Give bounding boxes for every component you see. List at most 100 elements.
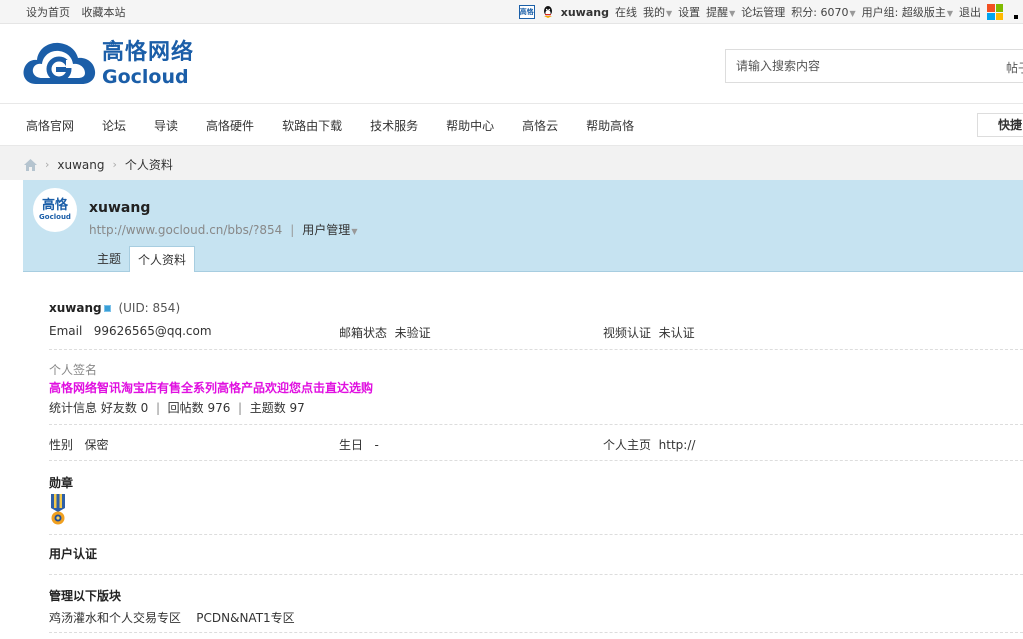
basic-info-row: 性别 保密 生日 - 个人主页 http:// xyxy=(49,436,949,453)
points-menu[interactable]: 积分: 6070▼ xyxy=(791,4,855,20)
profile-uid: (UID: 854) xyxy=(118,301,181,315)
user-cert-heading: 用户认证 xyxy=(49,547,98,561)
managed-forums-list[interactable]: 鸡汤灌水和个人交易专区 PCDN&NAT1专区 xyxy=(49,609,295,626)
profile-name: xuwang xyxy=(89,200,151,216)
divider xyxy=(49,349,1023,350)
birthday-value: - xyxy=(374,438,379,452)
email-value: 99626565@qq.com xyxy=(93,324,212,338)
divider: | xyxy=(290,222,295,237)
signature-label: 个人签名 xyxy=(49,363,98,377)
user-group-label: 用户组: 超级版主 xyxy=(861,6,946,19)
remind-menu[interactable]: 提醒▼ xyxy=(706,4,735,20)
stats-row: 统计信息 好友数 0 | 回帖数 976 | 主题数 97 xyxy=(49,399,305,416)
breadcrumb-current: 个人资料 xyxy=(124,158,173,172)
chevron-down-icon: ▼ xyxy=(665,9,673,18)
birthday-group: 生日 - xyxy=(339,436,379,453)
email-status-group: 邮箱状态 未验证 xyxy=(339,324,431,341)
profile-url-row: http://www.gocloud.cn/bbs/?854 | 用户管理▼ xyxy=(89,221,357,238)
chevron-down-icon: ▼ xyxy=(849,9,856,18)
medal-icon[interactable] xyxy=(49,494,67,526)
home-icon[interactable] xyxy=(24,158,37,171)
video-cert-label: 视频认证 xyxy=(603,326,652,340)
video-cert-value: 未认证 xyxy=(658,326,695,340)
mine-menu[interactable]: 我的▼ xyxy=(643,4,672,20)
email-status-value: 未验证 xyxy=(394,326,431,340)
homepage-group: 个人主页 http:// xyxy=(603,436,695,453)
search-scope-select[interactable]: 帖子 xyxy=(1006,59,1023,76)
nav-item-tech-service[interactable]: 技术服务 xyxy=(356,117,432,134)
points-label: 积分: 6070 xyxy=(791,6,849,19)
replies-count-link[interactable]: 回帖数 976 xyxy=(168,401,231,415)
windows-tiles-icon[interactable] xyxy=(987,4,1003,20)
main-nav: 高恪官网 论坛 导读 高恪硬件 软路由下载 技术服务 帮助中心 高恪云 帮助高恪… xyxy=(0,103,1023,146)
divider xyxy=(49,460,1023,461)
top-username-link[interactable]: xuwang xyxy=(561,6,609,19)
nav-item-hardware[interactable]: 高恪硬件 xyxy=(192,117,268,134)
topbar-right: 高恪 xuwang 在线 我的▼ 设置 提醒▼ 论坛管理 积分: 6070▼ 用… xyxy=(513,3,1023,21)
nav-list: 高恪官网 论坛 导读 高恪硬件 软路由下载 技术服务 帮助中心 高恪云 帮助高恪 xyxy=(12,104,648,146)
site-header: 高恪网络 Gocloud ® 帖子 xyxy=(0,25,1023,103)
nav-item-gocloud-cloud[interactable]: 高恪云 xyxy=(508,117,572,134)
divider xyxy=(49,574,1023,575)
logout-link[interactable]: 退出 xyxy=(959,4,981,20)
search-input[interactable] xyxy=(726,50,986,82)
profile-header: 高恪 Gocloud xuwang http://www.gocloud.cn/… xyxy=(23,180,1023,273)
divider xyxy=(49,534,1023,535)
user-group-menu[interactable]: 用户组: 超级版主▼ xyxy=(862,4,953,20)
profile-tabs: 主题 个人资料 xyxy=(89,246,196,273)
profile-username: xuwang xyxy=(49,301,102,315)
breadcrumb-inner: › xuwang › 个人资料 xyxy=(24,156,173,173)
avatar-en: Gocloud xyxy=(39,213,71,221)
breadcrumb-separator-icon: › xyxy=(112,158,117,171)
managed-forums-heading: 管理以下版块 xyxy=(49,589,122,603)
site-mini-logo-icon: 高恪 xyxy=(518,5,535,19)
site-logo[interactable]: 高恪网络 Gocloud ® xyxy=(22,38,194,90)
username-row: xuwang (UID: 854) xyxy=(49,301,180,315)
nav-item-help-gocloud[interactable]: 帮助高恪 xyxy=(572,117,648,134)
gocloud-cloud-logo-icon xyxy=(23,42,96,84)
search-box: 帖子 xyxy=(725,49,1023,83)
avatar[interactable]: 高恪 Gocloud xyxy=(33,188,77,232)
profile-url-link[interactable]: http://www.gocloud.cn/bbs/?854 xyxy=(89,223,282,237)
friends-count-link[interactable]: 好友数 0 xyxy=(101,401,148,415)
topics-count-link[interactable]: 主题数 97 xyxy=(250,401,305,415)
app-icon[interactable] xyxy=(1009,5,1023,19)
avatar-cn: 高恪 xyxy=(41,198,68,213)
user-manage-menu[interactable]: 用户管理▼ xyxy=(302,221,357,238)
nav-item-router-download[interactable]: 软路由下载 xyxy=(268,117,356,134)
nav-item-forum[interactable]: 论坛 xyxy=(88,117,140,134)
logo-english-name: Gocloud xyxy=(102,66,189,88)
breadcrumb-user-link[interactable]: xuwang xyxy=(57,158,104,172)
quick-nav-button[interactable]: 快捷 xyxy=(977,113,1023,137)
chevron-down-icon: ▼ xyxy=(729,9,736,18)
online-status-icon xyxy=(103,304,111,312)
homepage-label: 个人主页 xyxy=(603,438,652,452)
divider: | xyxy=(152,401,164,415)
birthday-label: 生日 xyxy=(339,438,364,452)
top-utility-bar: 设为首页 收藏本站 高恪 xuwang 在线 我的▼ 设置 提醒▼ 论坛管理 积… xyxy=(0,0,1023,24)
video-cert-group: 视频认证 未认证 xyxy=(603,324,695,341)
qq-penguin-icon xyxy=(543,6,552,18)
forum-admin-link[interactable]: 论坛管理 xyxy=(741,4,785,20)
nav-item-official-site[interactable]: 高恪官网 xyxy=(12,117,88,134)
bookmark-link[interactable]: 收藏本站 xyxy=(82,6,126,19)
settings-link[interactable]: 设置 xyxy=(678,4,700,20)
tab-topics[interactable]: 主题 xyxy=(89,246,129,272)
divider: | xyxy=(234,401,246,415)
signature-link[interactable]: 高恪网络智讯淘宝店有售全系列高恪产品欢迎您点击直达选购 xyxy=(49,379,373,396)
nav-item-help-center[interactable]: 帮助中心 xyxy=(432,117,508,134)
profile-body: xuwang (UID: 854) Email 99626565@qq.com … xyxy=(23,272,1023,639)
topbar-left: 设为首页 收藏本站 xyxy=(26,4,134,20)
tab-profile[interactable]: 个人资料 xyxy=(129,246,196,273)
set-home-link[interactable]: 设为首页 xyxy=(26,6,70,19)
nav-item-guide[interactable]: 导读 xyxy=(140,117,192,134)
divider xyxy=(49,632,1023,633)
homepage-value[interactable]: http:// xyxy=(659,438,696,452)
mine-label: 我的 xyxy=(642,6,665,19)
chevron-down-icon: ▼ xyxy=(946,9,953,18)
remind-label: 提醒 xyxy=(706,6,729,19)
gender-value: 保密 xyxy=(84,438,109,452)
email-row: Email 99626565@qq.com 邮箱状态 未验证 视频认证 未认证 xyxy=(49,324,949,341)
email-status-label: 邮箱状态 xyxy=(339,326,388,340)
online-status[interactable]: 在线 xyxy=(615,4,637,20)
